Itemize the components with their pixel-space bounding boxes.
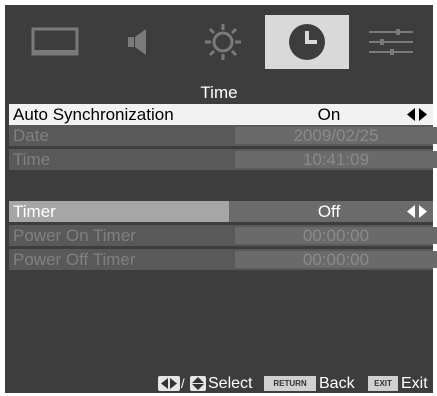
auto-synchronization-label: Auto Synchronization [13, 105, 174, 124]
page-title: Time [200, 83, 238, 102]
time-value: 10:41:09 [235, 151, 437, 168]
picture-icon [31, 27, 79, 56]
return-key-icon: RETURN [264, 376, 316, 391]
date-value: 2009/02/25 [235, 127, 437, 144]
left-right-arrows-icon[interactable] [407, 108, 427, 121]
timer-label: Timer [13, 202, 56, 221]
auto-synchronization-value: On [317, 105, 341, 124]
power-off-timer-row: Power Off Timer 00:00:00 [9, 249, 437, 270]
time-label: Time [13, 150, 51, 169]
left-right-arrows-icon[interactable] [407, 205, 427, 218]
timer-row[interactable]: Timer Off [9, 201, 433, 222]
tab-picture[interactable] [13, 15, 97, 69]
power-on-timer-value: 00:00:00 [235, 227, 437, 244]
exit-key-icon: EXIT [368, 376, 398, 391]
menu-tab-bar [5, 5, 433, 75]
date-row: Date 2009/02/25 [9, 125, 437, 146]
power-off-timer-label: Power Off Timer [13, 250, 136, 269]
speaker-icon [128, 29, 146, 55]
exit-hint-label: Exit [401, 375, 428, 392]
sun-icon [205, 24, 241, 60]
tab-setup[interactable] [349, 15, 433, 69]
timer-value: Off [317, 202, 341, 221]
power-on-timer-label: Power On Timer [13, 226, 136, 245]
time-row: Time 10:41:09 [9, 149, 437, 170]
power-off-timer-value: 00:00:00 [235, 251, 437, 268]
tv-osd-menu: Time Auto Synchronization On Date 2009/0… [5, 5, 437, 393]
up-down-key-icon [190, 376, 206, 391]
back-hint-label: Back [319, 375, 355, 392]
power-on-timer-row: Power On Timer 00:00:00 [9, 225, 437, 246]
key-hint-bar: / Select RETURN Back EXIT Exit [5, 375, 433, 393]
auto-synchronization-row[interactable]: Auto Synchronization On [9, 104, 433, 125]
date-label: Date [13, 126, 49, 145]
select-hint-label: Select [208, 375, 253, 392]
tab-time[interactable] [265, 15, 349, 69]
tab-sound[interactable] [97, 15, 181, 69]
key-separator: / [181, 376, 185, 391]
left-right-key-icon [158, 376, 180, 391]
settings-sliders-icon [369, 29, 413, 55]
clock-icon [289, 24, 325, 60]
tab-brightness[interactable] [181, 15, 265, 69]
